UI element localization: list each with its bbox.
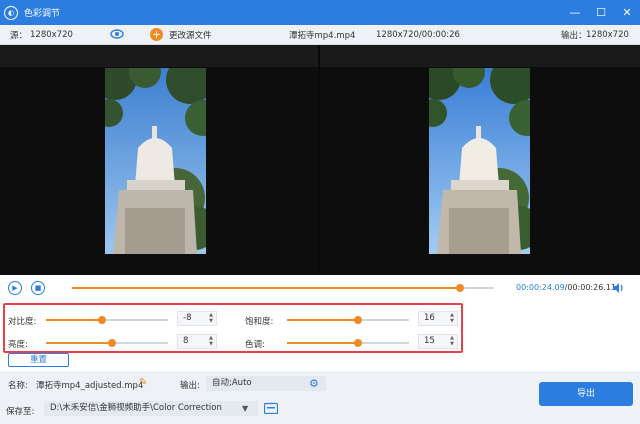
source-resolution: 1280x720: [30, 29, 73, 40]
brightness-label: 亮度:: [8, 340, 28, 350]
chevron-down-icon[interactable]: ▼: [242, 404, 248, 413]
playback-controls: ▶ ■ 00:00:24.09/00:00:26.11: [0, 275, 640, 301]
window-title: 色彩调节: [24, 9, 61, 19]
save-path-field[interactable]: D:\木禾安信\金狮视频助手\Color Correction: [44, 401, 258, 416]
preview-eye-icon[interactable]: [110, 28, 124, 43]
hue-fill: [287, 342, 358, 344]
output-format-field[interactable]: 自动;Auto: [206, 376, 326, 391]
edit-icon[interactable]: ✎: [139, 377, 147, 388]
decrement-icon[interactable]: ▼: [209, 341, 213, 347]
saturation-input[interactable]: 16 ▲ ▼: [418, 311, 458, 326]
preview-area: [0, 45, 640, 275]
output-format-label: 输出:: [180, 381, 200, 391]
change-source-button[interactable]: 更改源文件: [169, 29, 212, 41]
brightness-input[interactable]: 8 ▲ ▼: [177, 334, 217, 349]
contrast-slider[interactable]: [46, 316, 168, 324]
name-label: 名称:: [8, 381, 28, 391]
output-label: 输出：: [561, 30, 587, 41]
original-preview: [0, 45, 318, 275]
brightness-fill: [46, 342, 112, 344]
info-bar: 源： 1280x720 + 更改源文件 潭拓寺mp4.mp4 1280x720/…: [0, 25, 640, 45]
timeline-slider[interactable]: [72, 284, 494, 292]
output-resolution: 1280x720: [586, 29, 629, 40]
output-settings: 名称: 潭拓寺mp4_adjusted.mp4 ✎ 输出: 自动;Auto ⚙ …: [0, 371, 640, 424]
current-time: 00:00:24.09: [516, 283, 565, 292]
reset-button[interactable]: 重置: [8, 353, 69, 367]
add-icon[interactable]: +: [150, 28, 163, 41]
hue-label: 色调:: [245, 340, 265, 350]
saturation-slider[interactable]: [287, 316, 409, 324]
output-format-value: 自动;Auto: [212, 378, 252, 388]
time-display: 00:00:24.09/00:00:26.11: [516, 283, 617, 292]
decrement-icon[interactable]: ▼: [450, 341, 454, 347]
maximize-button[interactable]: ☐: [588, 0, 614, 25]
save-path-value: D:\木禾安信\金狮视频助手\Color Correction: [50, 403, 222, 413]
brightness-value: 8: [183, 336, 189, 346]
timeline-progress: [72, 287, 461, 289]
save-label: 保存至:: [6, 407, 35, 417]
close-button[interactable]: ✕: [614, 0, 640, 25]
saturation-fill: [287, 319, 358, 321]
brightness-slider[interactable]: [46, 339, 168, 347]
volume-icon[interactable]: [612, 282, 624, 297]
app-logo-icon: ◐: [4, 5, 18, 20]
brightness-handle[interactable]: [107, 339, 116, 347]
title-bar: ◐ 色彩调节 — ☐ ✕: [0, 0, 640, 25]
highlight-box: [3, 303, 463, 353]
contrast-input[interactable]: -8 ▲ ▼: [177, 311, 217, 326]
gear-icon[interactable]: ⚙: [309, 377, 319, 390]
saturation-handle[interactable]: [353, 316, 362, 324]
hue-handle[interactable]: [353, 339, 362, 347]
adjustment-panel: 对比度: -8 ▲ ▼ 饱和度: 16 ▲ ▼ 亮度: 8 ▲ ▼ 色调: 15 ▲ ▼…: [0, 301, 640, 371]
source-label: 源：: [10, 30, 28, 41]
adjusted-video-frame: [429, 68, 530, 254]
hue-input[interactable]: 15 ▲ ▼: [418, 334, 458, 349]
decrement-icon[interactable]: ▼: [450, 318, 454, 324]
file-info: 1280x720/00:00:26: [376, 29, 460, 40]
original-video-frame: [105, 68, 206, 254]
saturation-value: 16: [424, 313, 435, 323]
output-filename: 潭拓寺mp4_adjusted.mp4: [36, 381, 144, 391]
hue-value: 15: [424, 336, 435, 346]
saturation-label: 饱和度:: [245, 317, 274, 327]
timeline-handle[interactable]: [456, 284, 465, 292]
contrast-label: 对比度:: [8, 317, 37, 327]
decrement-icon[interactable]: ▼: [209, 318, 213, 324]
export-button[interactable]: 导出: [539, 382, 633, 406]
file-name: 潭拓寺mp4.mp4: [289, 30, 356, 41]
total-time: 00:00:26.11: [567, 283, 617, 292]
hue-slider[interactable]: [287, 339, 409, 347]
adjusted-preview: [320, 45, 640, 275]
folder-icon[interactable]: [263, 402, 279, 417]
contrast-fill: [46, 319, 103, 321]
stop-icon[interactable]: ■: [31, 281, 45, 295]
minimize-button[interactable]: —: [562, 0, 588, 25]
play-icon[interactable]: ▶: [8, 281, 22, 295]
contrast-value: -8: [183, 313, 192, 323]
